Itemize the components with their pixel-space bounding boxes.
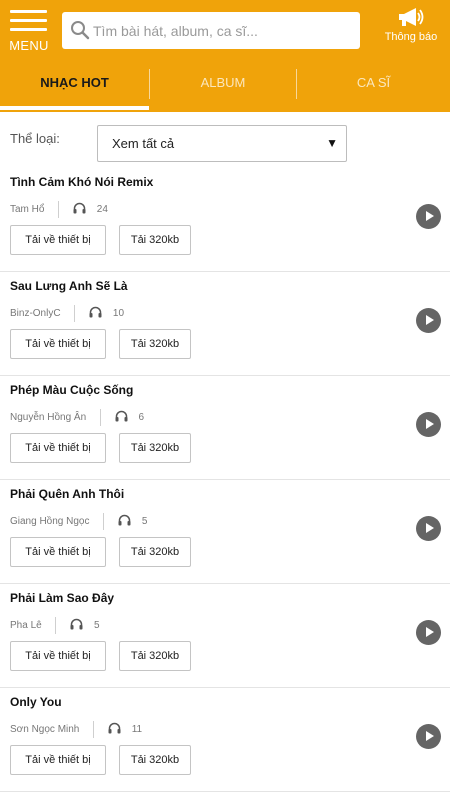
listen-count: 6 <box>138 412 145 423</box>
listen-count: 11 <box>131 724 143 735</box>
search-input[interactable] <box>93 12 353 49</box>
menu-button[interactable]: MENU <box>9 10 49 54</box>
download-device-button[interactable]: Tải về thiết bị <box>10 641 106 671</box>
headphones-icon <box>73 202 86 217</box>
song-artist[interactable]: Tam Hổ <box>10 204 44 215</box>
play-icon[interactable] <box>416 204 441 229</box>
song-meta: Tam Hổ 24 <box>10 201 108 219</box>
song-title[interactable]: Tình Cảm Khó Nói Remix <box>10 175 153 189</box>
song-item: Phải Quên Anh Thôi Giang Hồng Ngọc 5 Tải… <box>0 480 450 584</box>
download-320kb-button[interactable]: Tải 320kb <box>119 641 191 671</box>
play-icon[interactable] <box>416 724 441 749</box>
menu-label: MENU <box>9 38 49 53</box>
play-icon[interactable] <box>416 516 441 541</box>
tab-label: CA SĨ <box>356 75 391 90</box>
tab-bar: NHẠC HOT ALBUM CA SĨ <box>0 64 450 110</box>
song-artist[interactable]: Pha Lê <box>10 620 42 631</box>
download-320kb-button[interactable]: Tải 320kb <box>119 537 191 567</box>
dropdown-arrow-icon: ▼ <box>326 136 338 150</box>
search-box[interactable] <box>62 12 360 49</box>
notification-button[interactable]: Thông báo <box>380 6 442 50</box>
song-artist[interactable]: Sơn Ngọc Minh <box>10 724 79 735</box>
download-device-button[interactable]: Tải về thiết bị <box>10 537 106 567</box>
meta-divider <box>99 409 101 426</box>
song-meta: Nguyễn Hồng Ân 6 <box>10 409 144 427</box>
song-title[interactable]: Sau Lưng Anh Sẽ Là <box>10 279 128 293</box>
download-device-button[interactable]: Tải về thiết bị <box>10 433 106 463</box>
tab-album[interactable]: ALBUM <box>150 64 296 110</box>
meta-divider <box>55 617 57 634</box>
listen-count: 5 <box>94 620 100 631</box>
tab-label: ALBUM <box>200 75 246 90</box>
download-device-button[interactable]: Tải về thiết bị <box>10 225 106 255</box>
song-artist[interactable]: Giang Hồng Ngọc <box>10 516 90 527</box>
play-icon[interactable] <box>416 412 441 437</box>
song-title[interactable]: Phải Quên Anh Thôi <box>10 487 124 501</box>
download-320kb-button[interactable]: Tải 320kb <box>119 433 191 463</box>
active-tab-indicator <box>0 106 149 110</box>
play-icon[interactable] <box>416 620 441 645</box>
tab-label: NHẠC HOT <box>40 75 109 90</box>
download-320kb-button[interactable]: Tải 320kb <box>119 329 191 359</box>
meta-divider <box>103 513 105 530</box>
song-item: Sau Lưng Anh Sẽ Là Binz-OnlyC 10 Tải về … <box>0 272 450 376</box>
notification-label: Thông báo <box>384 31 438 43</box>
listen-count: 5 <box>141 516 148 527</box>
download-device-button[interactable]: Tải về thiết bị <box>10 745 106 775</box>
song-artist[interactable]: Binz-OnlyC <box>10 308 61 319</box>
headphones-icon <box>70 618 83 633</box>
meta-divider <box>74 305 76 322</box>
download-device-button[interactable]: Tải về thiết bị <box>10 329 106 359</box>
search-icon <box>71 21 90 40</box>
song-meta: Binz-OnlyC 10 <box>10 305 124 323</box>
song-meta: Giang Hồng Ngọc 5 <box>10 513 147 531</box>
tab-ca-si[interactable]: CA SĨ <box>297 64 450 110</box>
tab-nhac-hot[interactable]: NHẠC HOT <box>0 64 149 110</box>
song-title[interactable]: Only You <box>10 695 62 709</box>
song-title[interactable]: Phải Làm Sao Đây <box>10 591 114 605</box>
hamburger-icon-line <box>10 28 47 31</box>
headphones-icon <box>89 306 102 321</box>
meta-divider <box>93 721 95 738</box>
play-icon[interactable] <box>416 308 441 333</box>
meta-divider <box>58 201 60 218</box>
song-artist[interactable]: Nguyễn Hồng Ân <box>10 412 86 423</box>
song-item: Tình Cảm Khó Nói Remix Tam Hổ 24 Tải về … <box>0 168 450 272</box>
song-item: Phải Làm Sao Đây Pha Lê 5 Tải về thiết b… <box>0 584 450 688</box>
app-header: MENU Thông báo NHẠC HOT ALBUM CA SĨ <box>0 0 450 112</box>
download-320kb-button[interactable]: Tải 320kb <box>119 745 191 775</box>
song-meta: Pha Lê 5 <box>10 617 100 635</box>
headphones-icon <box>118 514 131 529</box>
headphones-icon <box>115 410 128 425</box>
genre-select[interactable]: Xem tất cả ▼ <box>97 125 347 162</box>
genre-filter: Thể loại: Xem tất cả ▼ <box>0 112 450 168</box>
genre-selected-value: Xem tất cả <box>112 136 175 151</box>
genre-label: Thể loại: <box>10 131 60 146</box>
hamburger-icon-line <box>10 19 47 22</box>
song-item: Only You Sơn Ngọc Minh 11 Tải về thiết b… <box>0 688 450 792</box>
song-title[interactable]: Phép Màu Cuộc Sống <box>10 383 133 397</box>
download-320kb-button[interactable]: Tải 320kb <box>119 225 191 255</box>
headphones-icon <box>108 722 121 737</box>
song-item: Phép Màu Cuộc Sống Nguyễn Hồng Ân 6 Tải … <box>0 376 450 480</box>
listen-count: 10 <box>112 308 125 319</box>
listen-count: 24 <box>96 204 108 215</box>
megaphone-icon <box>399 8 424 26</box>
song-meta: Sơn Ngọc Minh 11 <box>10 721 142 739</box>
hamburger-icon-line <box>10 10 47 13</box>
